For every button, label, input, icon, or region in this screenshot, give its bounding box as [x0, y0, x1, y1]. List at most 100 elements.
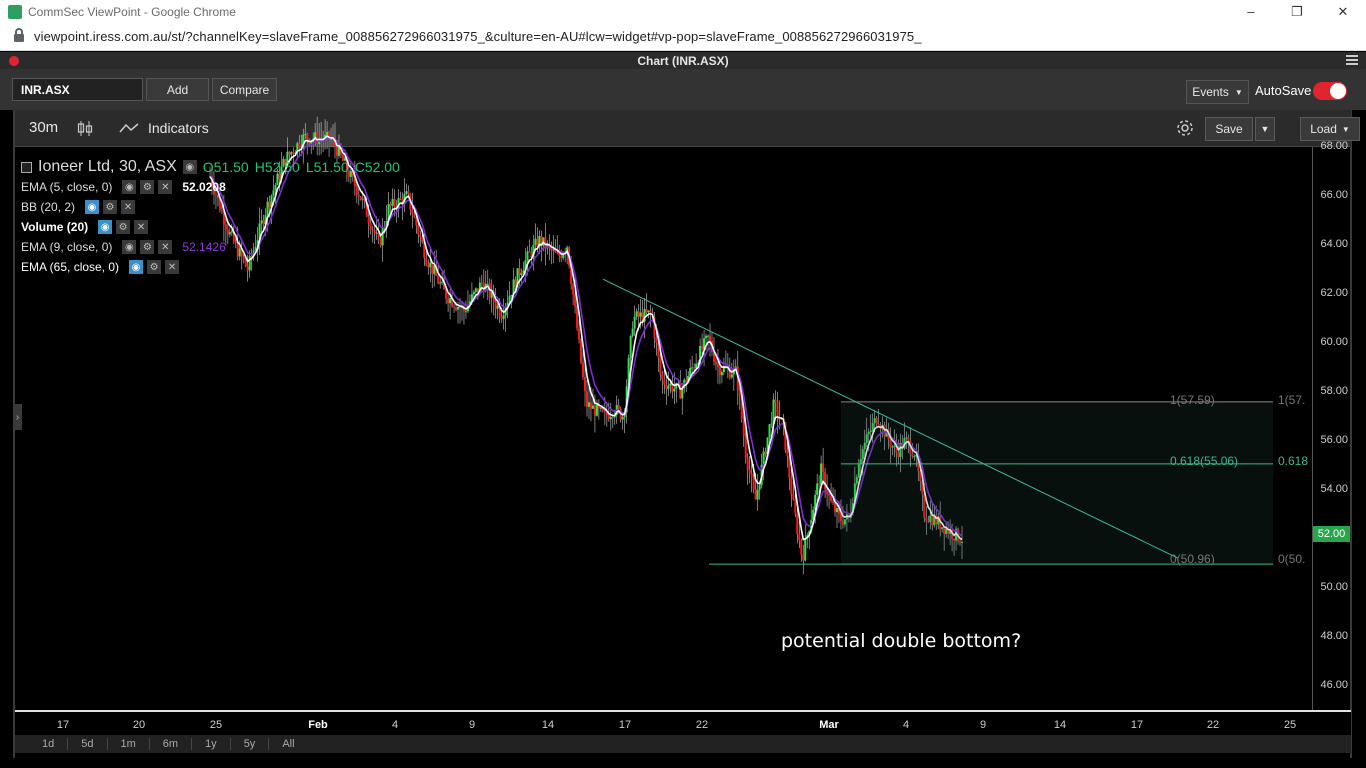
ohlc-open: O51.50	[202, 159, 249, 175]
minimize-button[interactable]: –	[1228, 0, 1274, 23]
restore-button[interactable]: ❐	[1274, 0, 1320, 23]
events-dropdown[interactable]: Events ▼	[1186, 80, 1249, 104]
gear-icon[interactable]: ⚙	[147, 260, 162, 274]
study-value: 52.1426	[182, 240, 226, 254]
range-all-button[interactable]: All	[269, 738, 307, 750]
x-tick-label: 20	[132, 719, 146, 731]
range-5y-button[interactable]: 5y	[231, 738, 270, 750]
current-price-tag: 52.00	[1313, 526, 1350, 542]
visibility-icon[interactable]: ◉	[129, 260, 144, 274]
chart-annotation-text[interactable]: potential double bottom?	[781, 630, 1021, 652]
y-tick-label: 48.00	[1320, 629, 1348, 642]
browser-titlebar: CommSec ViewPoint - Google Chrome – ❐ ✕	[0, 0, 1366, 23]
close-icon[interactable]: ✕	[134, 220, 149, 234]
visibility-icon[interactable]: ◉	[122, 240, 137, 254]
close-icon[interactable]: ✕	[158, 240, 173, 254]
close-window-button[interactable]: ✕	[1320, 0, 1366, 23]
fib-level-1-label: 1(57.59)	[1170, 393, 1215, 407]
visibility-icon[interactable]: ◉	[85, 200, 100, 214]
x-tick-label: 25	[1283, 719, 1297, 731]
x-tick-label: 25	[209, 719, 223, 731]
add-button[interactable]: Add	[146, 78, 209, 101]
x-tick-label: 14	[541, 719, 555, 731]
range-1m-button[interactable]: 1m	[108, 738, 150, 750]
autosave-toggle[interactable]	[1313, 82, 1347, 100]
range-selector: 1d 5d 1m 6m 1y 5y All	[15, 735, 1351, 753]
time-axis[interactable]: 17 20 25 Feb 4 9 14 17 22 Mar 4 9 14 17 22 25	[15, 710, 1351, 735]
hamburger-menu-icon[interactable]	[1346, 55, 1358, 65]
collapse-legend-icon[interactable]	[21, 161, 32, 173]
load-dropdown[interactable]: Load ▼	[1300, 117, 1360, 141]
range-1d-button[interactable]: 1d	[29, 738, 69, 750]
save-dropdown-chevron-icon[interactable]: ▼	[1255, 117, 1275, 141]
events-label: Events	[1192, 85, 1229, 99]
study-label: EMA (9, close, 0)	[21, 240, 113, 254]
range-6m-button[interactable]: 6m	[150, 738, 193, 750]
fib-level-0-label: 0(50.96)	[1170, 552, 1215, 566]
x-tick-label: 9	[468, 719, 476, 731]
x-tick-label: 17	[1130, 719, 1144, 731]
fib-level-0618-right-label: 0.618	[1278, 454, 1309, 468]
save-button[interactable]: Save	[1205, 117, 1253, 141]
y-tick-label: 66.00	[1320, 188, 1348, 201]
lock-icon	[14, 27, 24, 42]
ohlc-low: L51.50	[305, 159, 349, 175]
autosave-label: AutoSave	[1255, 83, 1312, 98]
indicators-button[interactable]: Indicators	[148, 120, 209, 136]
chart-legend: Ioneer Ltd, 30, ASX ◉ O51.50 H52.50 L51.…	[21, 157, 400, 277]
range-5d-button[interactable]: 5d	[68, 738, 108, 750]
fib-level-1-right-label: 1(57.	[1278, 393, 1306, 407]
expand-panel-chevron-icon[interactable]: ›	[13, 404, 22, 430]
symbol-input[interactable]: INR.ASX	[12, 78, 143, 101]
load-label: Load	[1310, 122, 1337, 136]
app-title: Chart (INR.ASX)	[637, 53, 729, 68]
range-1y-button[interactable]: 1y	[192, 738, 231, 750]
chart-top-toolbar: 30m Indicators Save ▼ Load ▼	[15, 110, 1360, 147]
close-dot-icon[interactable]	[9, 56, 19, 66]
study-row-ema5: EMA (5, close, 0) ◉ ⚙ ✕ 52.0208	[21, 177, 400, 197]
price-axis[interactable]: 68.00 66.00 64.00 62.00 60.00 58.00 56.00 54.00…	[1312, 140, 1350, 710]
x-tick-label: 4	[391, 719, 399, 731]
close-icon[interactable]: ✕	[121, 200, 136, 214]
ohlc-close: C52.00	[354, 159, 400, 175]
x-tick-label: 22	[1206, 719, 1220, 731]
y-tick-label: 68.00	[1320, 140, 1348, 152]
x-tick-label: 9	[979, 719, 987, 731]
compare-button[interactable]: Compare	[212, 78, 277, 101]
y-tick-label: 64.00	[1320, 237, 1348, 250]
study-row-bb: BB (20, 2) ◉ ⚙ ✕	[21, 197, 400, 217]
visibility-icon[interactable]: ◉	[98, 220, 113, 234]
url-text[interactable]: viewpoint.iress.com.au/st/?channelKey=sl…	[34, 29, 922, 44]
study-value: 52.0208	[182, 180, 226, 194]
visibility-icon[interactable]: ◉	[122, 180, 137, 194]
study-row-volume: Volume (20) ◉ ⚙ ✕	[21, 217, 400, 237]
y-tick-label: 60.00	[1320, 335, 1348, 348]
gear-icon[interactable]: ⚙	[140, 240, 155, 254]
y-tick-label: 56.00	[1320, 433, 1348, 446]
window-title: CommSec ViewPoint - Google Chrome	[28, 4, 236, 19]
gear-icon[interactable]: ⚙	[103, 200, 118, 214]
close-icon[interactable]: ✕	[165, 260, 180, 274]
window-controls: – ❐ ✕	[1228, 0, 1366, 23]
timeframe-selector[interactable]: 30m	[29, 119, 58, 136]
study-label: EMA (65, close, 0)	[21, 260, 120, 274]
close-icon[interactable]: ✕	[158, 180, 173, 194]
commsec-favicon-icon	[8, 4, 22, 19]
chart-toolbar-row: INR.ASX Add Compare Events ▼ AutoSave	[0, 69, 1366, 110]
x-tick-label: 17	[618, 719, 632, 731]
address-bar[interactable]: viewpoint.iress.com.au/st/?channelKey=sl…	[0, 23, 1366, 51]
visibility-icon[interactable]: ◉	[182, 160, 197, 174]
candlestick-icon[interactable]	[77, 120, 93, 137]
y-tick-label: 58.00	[1320, 384, 1348, 397]
gear-icon[interactable]	[1175, 118, 1195, 138]
gear-icon[interactable]: ⚙	[116, 220, 131, 234]
fib-level-0618-label: 0.618(55.06)	[1170, 454, 1239, 468]
y-tick-label: 50.00	[1320, 580, 1348, 593]
indicators-icon[interactable]	[119, 122, 139, 134]
study-row-ema65: EMA (65, close, 0) ◉ ⚙ ✕	[21, 257, 400, 277]
gear-icon[interactable]: ⚙	[140, 180, 155, 194]
study-label: Volume (20)	[21, 220, 89, 234]
x-tick-label: 14	[1053, 719, 1067, 731]
y-tick-label: 62.00	[1320, 286, 1348, 299]
x-tick-label: 17	[56, 719, 70, 731]
